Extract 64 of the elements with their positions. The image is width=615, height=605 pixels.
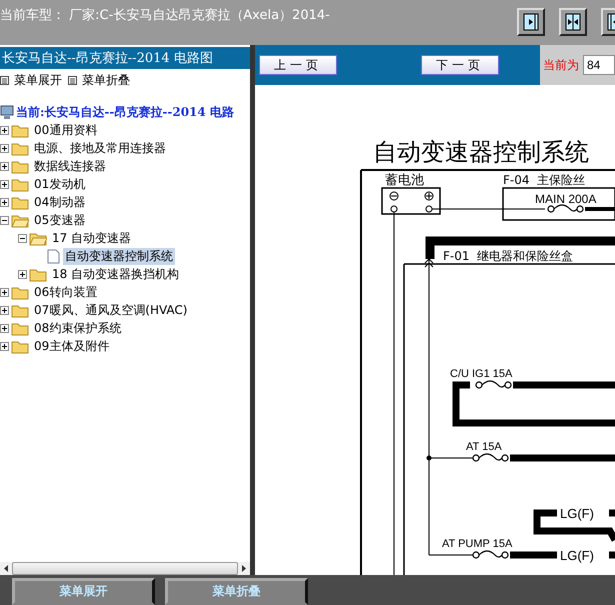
expand-icon[interactable] [0, 180, 9, 188]
current-page-label: 当前为 [543, 56, 579, 74]
fuse-label: MAIN 200A [535, 192, 596, 206]
tree-item[interactable]: 01发动机 [32, 176, 88, 192]
layout-button[interactable] [517, 8, 545, 36]
previous-page-button[interactable]: 上一页 [259, 55, 337, 75]
folder-icon [29, 266, 47, 282]
relay-box-label: F-01 继电器和保险丝盒 [443, 249, 574, 263]
menu-icon [68, 76, 77, 85]
page-number-field[interactable]: 84 [583, 55, 615, 75]
open-folder-icon [29, 230, 47, 246]
menu-link[interactable]: 菜单折叠 [68, 72, 130, 89]
folder-icon [11, 302, 29, 318]
battery-label: 蓄电池 [385, 173, 424, 188]
connector-label: LG(F) [560, 506, 594, 521]
tree-item[interactable]: 电源、接地及常用连接器 [32, 140, 168, 156]
tree-item[interactable]: 04制动器 [32, 194, 88, 210]
tree-item[interactable]: 00通用资料 [32, 122, 100, 138]
folder-icon [11, 338, 29, 354]
folder-icon [11, 194, 29, 210]
fuse-label: AT PUMP 15A [442, 538, 512, 550]
expand-icon[interactable] [0, 288, 9, 296]
folder-icon [11, 176, 29, 192]
expand-icon[interactable] [0, 324, 9, 332]
connector-label: LG(F) [560, 548, 594, 563]
collapse-icon[interactable] [18, 234, 27, 242]
expand-icon[interactable] [18, 270, 27, 278]
folder-icon [11, 122, 29, 138]
tree-item[interactable]: 05变速器 [32, 212, 88, 228]
tree-item[interactable]: 09主体及附件 [32, 338, 112, 354]
folder-icon [11, 320, 29, 336]
diagram-title: 自动变速器控制系统 [373, 138, 589, 166]
current-path-text: 当前:长安马自达--昂克赛拉--2014 电路 [16, 104, 234, 120]
expand-icon[interactable] [0, 144, 9, 152]
tree-item[interactable]: 数据线连接器 [32, 158, 108, 174]
open-folder-icon [11, 212, 29, 228]
expand-icon[interactable] [0, 198, 9, 206]
fuse-box-label: F-04 主保险丝 [503, 173, 586, 187]
expand-icon[interactable] [0, 342, 9, 350]
folder-icon [11, 140, 29, 156]
scroll-right-icon[interactable] [242, 565, 246, 572]
horizontal-scrollbar[interactable] [0, 562, 250, 575]
fuse-label: C/U IG1 15A [450, 368, 512, 380]
expand-icon[interactable] [0, 306, 9, 314]
fuse-label: AT 15A [466, 441, 502, 453]
scroll-left-icon[interactable] [4, 565, 8, 572]
folder-icon [11, 158, 29, 174]
tree-item[interactable]: 06转向装置 [32, 284, 100, 300]
computer-icon [0, 104, 14, 120]
menu-link[interactable]: 菜单展开 [0, 72, 62, 89]
expand-icon[interactable] [0, 126, 9, 134]
folder-icon [11, 284, 29, 300]
document-icon [47, 248, 60, 264]
layout-button[interactable] [559, 8, 587, 36]
tree-item[interactable]: 18 自动变速器换挡机构 [50, 266, 182, 282]
tree-item[interactable]: 17 自动变速器 [50, 230, 134, 246]
vehicle-model-text: 当前车型： 厂家:C-长安马自达昂克赛拉（Axela）2014- [0, 7, 330, 24]
tree-item[interactable]: 自动变速器控制系统 [63, 248, 175, 264]
panel-title: 长安马自达--昂克赛拉--2014 电路图 [0, 47, 250, 69]
tree-item[interactable]: 07暖风、通风及空调(HVAC) [32, 302, 190, 318]
expand-icon[interactable] [0, 162, 9, 170]
tree-item[interactable]: 08约束保护系统 [32, 320, 124, 336]
collapse-icon[interactable] [0, 216, 9, 224]
next-page-button[interactable]: 下一页 [421, 55, 499, 75]
